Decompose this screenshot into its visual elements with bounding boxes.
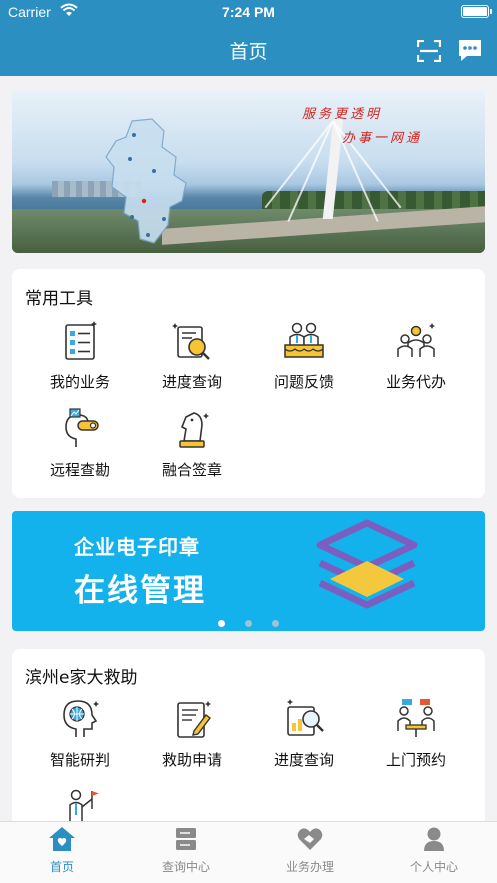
rescue-progress-query[interactable]: 进度查询 (249, 697, 359, 770)
status-bar: Carrier 7:24 PM (0, 0, 497, 26)
tool-label: 远程查勘 (49, 461, 110, 479)
tool-agency[interactable]: 业务代办 (361, 319, 471, 392)
tab-personal[interactable]: 个人中心 (372, 826, 496, 875)
tab-business[interactable]: 业务办理 (248, 826, 372, 875)
clock: 7:24 PM (222, 4, 275, 20)
server-icon (176, 828, 196, 850)
tab-label: 个人中心 (409, 860, 458, 874)
message-icon[interactable] (457, 38, 483, 63)
rescue-label: 救助申请 (161, 751, 222, 769)
group-icon (397, 323, 435, 357)
banner-slogan-1: 服务更透明 (302, 107, 383, 122)
chess-knight-icon (179, 412, 209, 448)
tool-label: 我的业务 (49, 373, 110, 391)
tool-my-business[interactable]: 我的业务 (25, 319, 135, 392)
layers-icon (316, 519, 418, 609)
document-search-icon (172, 323, 210, 360)
tab-label: 首页 (49, 860, 74, 874)
tool-remote-survey[interactable]: 远程查勘 (25, 407, 135, 480)
rescue-label: 进度查询 (273, 751, 334, 769)
promo-line-2: 在线管理 (74, 573, 206, 609)
home-icon (49, 827, 75, 851)
section-title: 滨州e家大救助 (25, 668, 138, 688)
hero-banner[interactable]: 服务更透明 办事一网通 (12, 89, 485, 253)
vr-headset-icon (65, 408, 99, 447)
checklist-icon (65, 321, 97, 360)
section-title: 常用工具 (25, 289, 93, 309)
application-form-icon (177, 701, 211, 738)
rescue-apply[interactable]: 救助申请 (137, 697, 247, 770)
tool-progress-query[interactable]: 进度查询 (137, 319, 247, 392)
rescue-label: 智能研判 (49, 751, 110, 769)
carousel-dot[interactable] (272, 620, 279, 627)
tab-label: 业务办理 (285, 860, 334, 874)
ai-head-icon (63, 700, 99, 737)
tool-label: 进度查询 (161, 373, 222, 391)
appointment-icon (397, 699, 435, 737)
tool-feedback[interactable]: 问题反馈 (249, 319, 359, 392)
rescue-card: 滨州e家大救助 智能研判 救助申请 进度查询 上门预约 (12, 649, 485, 849)
carousel-dot[interactable] (218, 620, 225, 627)
carousel-dots[interactable] (12, 612, 485, 631)
handshake-icon (297, 828, 323, 850)
scan-icon[interactable] (417, 40, 441, 62)
rescue-appointment[interactable]: 上门预约 (361, 697, 471, 770)
top-bar: Carrier 7:24 PM 首页 (0, 0, 497, 76)
rescue-label: 上门预约 (385, 751, 446, 769)
report-magnifier-icon (287, 699, 324, 736)
tab-query-center[interactable]: 查询中心 (124, 826, 248, 875)
tool-seal-signing[interactable]: 融合签章 (137, 407, 247, 480)
tab-label: 查询中心 (161, 860, 210, 874)
banner-slogan-2: 办事一网通 (342, 131, 423, 146)
rescue-smart-analysis[interactable]: 智能研判 (25, 697, 135, 770)
person-icon (424, 827, 444, 851)
carousel-dot[interactable] (245, 620, 252, 627)
meeting-icon (284, 322, 324, 358)
tab-home[interactable]: 首页 (0, 826, 124, 875)
battery-icon (461, 5, 492, 18)
region-map-image (105, 118, 187, 244)
promo-line-1: 企业电子印章 (74, 535, 200, 559)
tool-label: 融合签章 (161, 461, 222, 479)
tab-bar: 首页 查询中心 业务办理 个人中心 (0, 821, 497, 883)
tool-label: 业务代办 (385, 373, 446, 391)
promo-banner[interactable]: 企业电子印章 在线管理 (12, 511, 485, 631)
common-tools-card: 常用工具 我的业务 进度查询 问题反馈 业务代办 远程查勘 融合签章 (12, 269, 485, 498)
tool-label: 问题反馈 (273, 373, 334, 391)
